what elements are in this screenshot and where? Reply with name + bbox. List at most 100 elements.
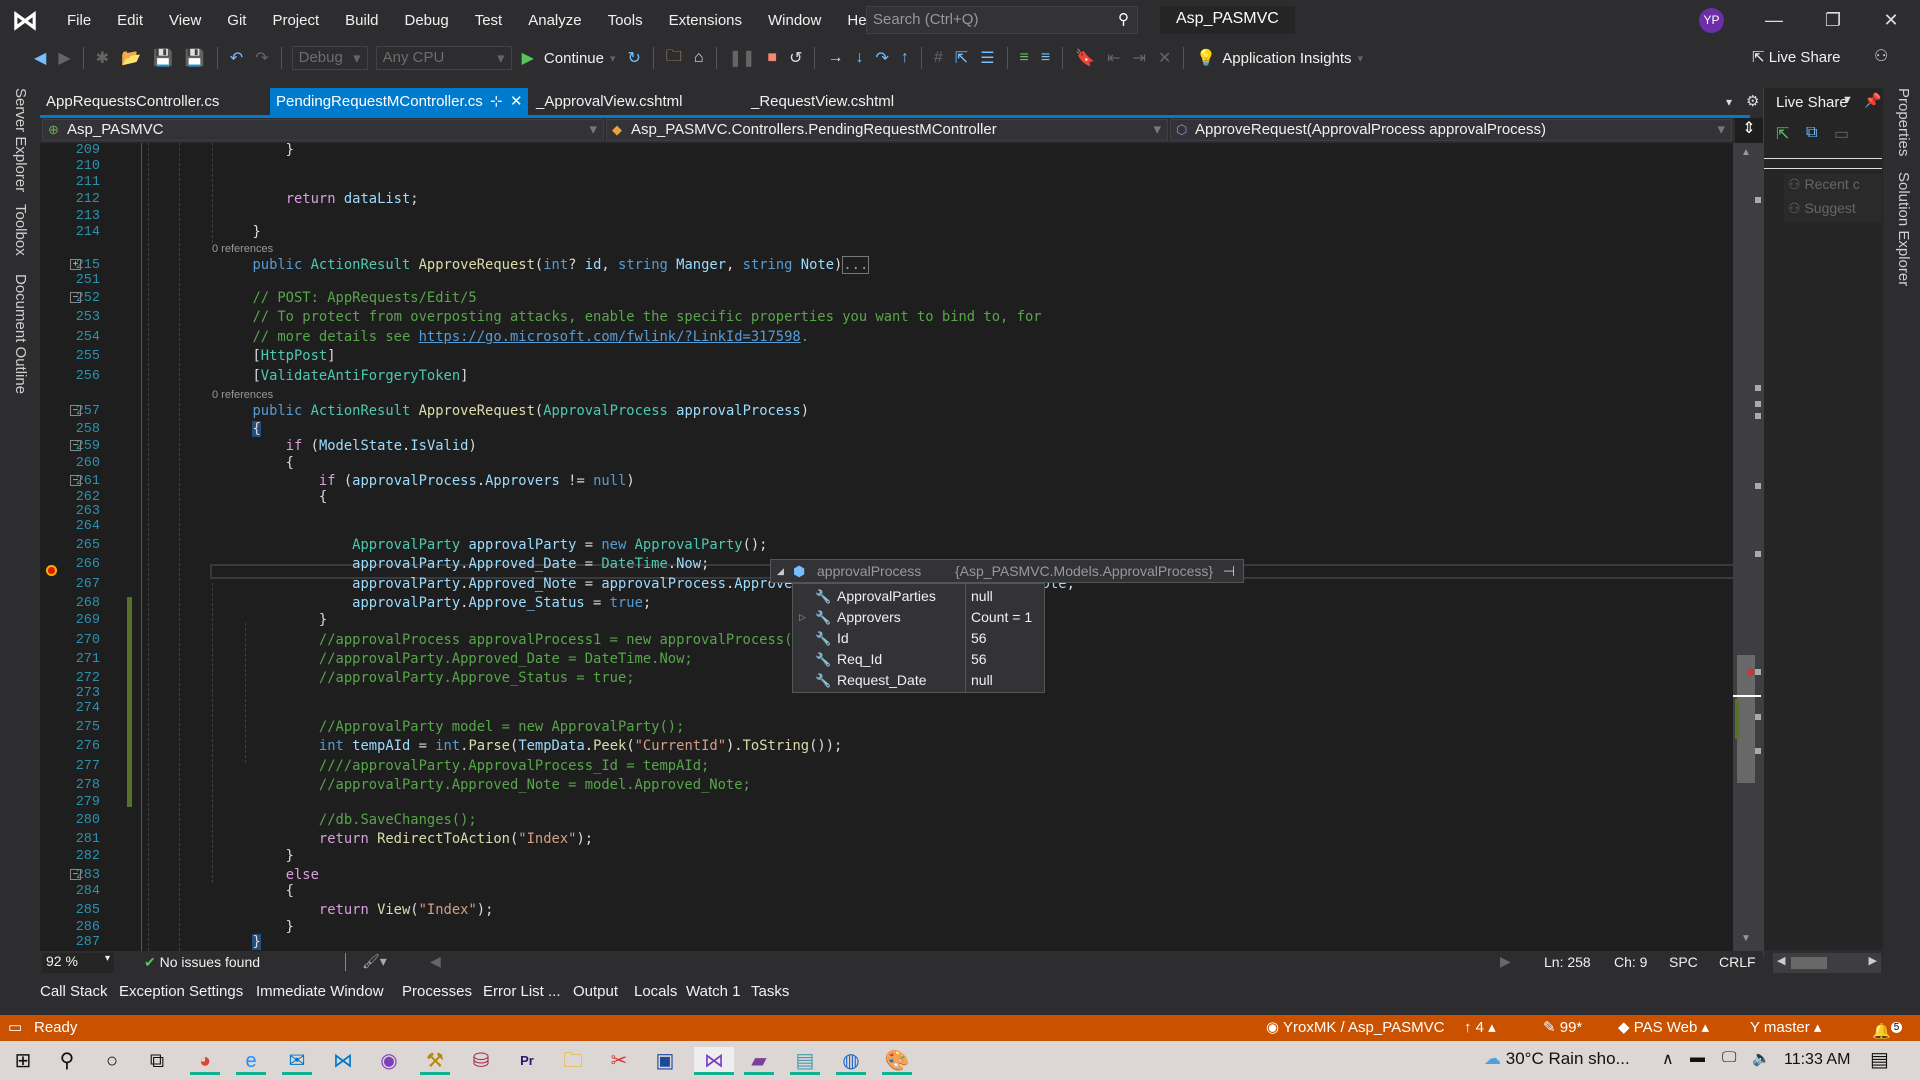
outlook-icon[interactable]: ✉: [282, 1047, 312, 1075]
issues-indicator[interactable]: ✔ No issues found: [144, 954, 260, 971]
clear-bookmarks-icon[interactable]: ✕: [1158, 48, 1171, 68]
datatip-property-value[interactable]: Count = 1: [971, 607, 1032, 628]
hex-display-icon[interactable]: #: [934, 49, 943, 67]
action-center-icon[interactable]: ▤: [1870, 1047, 1889, 1072]
project-dropdown[interactable]: ⊕ Asp_PASMVC: [42, 119, 604, 141]
menu-project[interactable]: Project: [259, 12, 332, 29]
code-line[interactable]: if (ModelState.IsValid): [186, 438, 477, 454]
code-line[interactable]: return View("Index");: [186, 902, 493, 918]
paint-icon[interactable]: 🎨: [882, 1047, 912, 1075]
snipping-tool-icon[interactable]: ✂: [604, 1047, 634, 1075]
undo-icon[interactable]: ↶: [230, 48, 243, 68]
code-line[interactable]: //approvalParty.Approve_Status = true;: [186, 670, 635, 686]
windows-start-icon[interactable]: ⊞: [8, 1047, 38, 1075]
branch-button[interactable]: Y master ▴: [1750, 1015, 1821, 1041]
code-line[interactable]: {: [186, 421, 261, 437]
code-line[interactable]: {: [186, 455, 294, 471]
save-all-icon[interactable]: 💾: [185, 48, 205, 68]
menu-git[interactable]: Git: [214, 12, 259, 29]
properties-tab[interactable]: Properties: [1895, 88, 1912, 156]
join-session-icon[interactable]: ⧉: [1806, 124, 1817, 142]
breakpoint-icon[interactable]: [46, 565, 57, 576]
platform-dropdown[interactable]: Any CPU: [375, 46, 512, 70]
vertical-scrollbar[interactable]: ▲ ▼: [1733, 143, 1763, 951]
new-project-icon[interactable]: ✱: [96, 48, 109, 68]
menu-test[interactable]: Test: [462, 12, 516, 29]
uncomment-icon[interactable]: ≡: [1041, 49, 1050, 67]
tools-icon[interactable]: ⚒: [420, 1047, 450, 1075]
code-line[interactable]: // To protect from overposting attacks, …: [186, 309, 1041, 325]
server-explorer-tab[interactable]: Server Explorer: [12, 88, 29, 192]
code-line[interactable]: ////approvalParty.ApprovalProcess_Id = t…: [186, 758, 709, 774]
bottom-tab-locals[interactable]: Locals: [634, 983, 677, 1000]
fold-toggle-icon[interactable]: −: [70, 475, 81, 486]
char-indicator[interactable]: Ch: 9: [1614, 954, 1647, 970]
restart-icon[interactable]: ↺: [789, 48, 802, 68]
code-line[interactable]: else: [186, 867, 319, 883]
volume-icon[interactable]: 🔈: [1752, 1049, 1771, 1067]
weather-widget[interactable]: ☁ 30°C Rain sho...: [1484, 1049, 1630, 1069]
code-line[interactable]: // POST: AppRequests/Edit/5: [186, 290, 476, 306]
browser-link-icon[interactable]: ⌂: [694, 49, 704, 67]
code-line[interactable]: }: [186, 934, 261, 950]
scroll-down-icon[interactable]: ▼: [1741, 933, 1751, 944]
restore-icon[interactable]: ❐: [1813, 6, 1853, 34]
code-line[interactable]: [HttpPost]: [186, 348, 335, 364]
next-bookmark-icon[interactable]: ⇥: [1133, 48, 1146, 68]
chrome-icon[interactable]: ◕: [190, 1047, 220, 1075]
database-icon[interactable]: ⛁: [466, 1047, 496, 1075]
code-line[interactable]: ApprovalParty approvalParty = new Approv…: [186, 537, 767, 553]
code-line[interactable]: //db.SaveChanges();: [186, 812, 477, 828]
continue-icon[interactable]: ▶: [522, 48, 534, 68]
show-next-statement-icon[interactable]: →: [827, 49, 843, 67]
codelens-references[interactable]: 0 references: [212, 389, 273, 401]
fold-toggle-icon[interactable]: −: [70, 869, 81, 880]
clock[interactable]: 11:33 AM: [1784, 1051, 1850, 1069]
code-cleanup-icon[interactable]: 🖌▾: [362, 953, 387, 970]
code-line[interactable]: int tempAId = int.Parse(TempData.Peek("C…: [186, 738, 842, 754]
network-tool-icon[interactable]: ▣: [650, 1047, 680, 1075]
select-element-icon[interactable]: ⇱: [955, 48, 968, 68]
file-explorer-icon[interactable]: 🗀: [558, 1047, 588, 1075]
redo-icon[interactable]: ↷: [255, 48, 268, 68]
bookmark-icon[interactable]: 🔖: [1075, 48, 1095, 68]
save-icon[interactable]: 💾: [153, 48, 173, 68]
firefox-icon[interactable]: ◍: [836, 1047, 866, 1075]
code-line[interactable]: }: [186, 848, 294, 864]
battery-icon[interactable]: ▬: [1690, 1049, 1705, 1066]
menu-analyze[interactable]: Analyze: [515, 12, 594, 29]
datatip-row[interactable]: 🔧 Id 56: [793, 628, 1044, 649]
code-line[interactable]: approvalParty.Approve_Status = true;: [186, 595, 651, 611]
step-out-icon[interactable]: ↑: [901, 49, 909, 67]
split-editor-icon[interactable]: ⇕: [1735, 118, 1763, 143]
visual-studio-taskbar-icon[interactable]: ⋈: [694, 1047, 734, 1075]
code-line[interactable]: return RedirectToAction("Index");: [186, 831, 593, 847]
bottom-tab-call-stack[interactable]: Call Stack: [40, 983, 108, 1000]
code-line[interactable]: [ValidateAntiForgeryToken]: [186, 368, 468, 384]
github-desktop-icon[interactable]: ◉: [374, 1047, 404, 1075]
hscroll-left-icon[interactable]: ◀: [430, 953, 441, 970]
step-into-icon[interactable]: ↓: [855, 49, 863, 67]
bottom-tab-output[interactable]: Output: [573, 983, 618, 1000]
line-ending-indicator[interactable]: CRLF: [1719, 954, 1756, 970]
bottom-tab-watch-1[interactable]: Watch 1: [686, 983, 740, 1000]
edge-legacy-icon[interactable]: e: [236, 1047, 266, 1075]
tab-apprequestscontroller[interactable]: AppRequestsController.cs: [40, 88, 270, 116]
menu-view[interactable]: View: [156, 12, 214, 29]
project-selector-button[interactable]: ◆ PAS Web ▴: [1618, 1015, 1709, 1041]
comment-icon[interactable]: ≡: [1020, 49, 1029, 67]
minimize-icon[interactable]: —: [1754, 6, 1794, 34]
panel-hscrollbar[interactable]: ◀ ▶: [1773, 953, 1881, 973]
back-icon[interactable]: ◀: [34, 48, 46, 68]
class-dropdown[interactable]: ◆ Asp_PASMVC.Controllers.PendingRequestMC…: [606, 119, 1168, 141]
code-line[interactable]: return dataList;: [186, 191, 419, 207]
open-file-icon[interactable]: 📂: [121, 48, 141, 68]
code-line[interactable]: //approvalProcess approvalProcess1 = new…: [186, 632, 809, 648]
menu-extensions[interactable]: Extensions: [656, 12, 755, 29]
code-line[interactable]: //approvalParty.Approved_Date = DateTime…: [186, 651, 693, 667]
fold-toggle-icon[interactable]: +: [70, 259, 81, 270]
code-line[interactable]: //ApprovalParty model = new ApprovalPart…: [186, 719, 684, 735]
datatip-row[interactable]: ▷ 🔧 Approvers Count = 1: [793, 607, 1044, 628]
find-folder-icon[interactable]: 🗀: [666, 45, 682, 72]
zoom-dropdown[interactable]: 92 % ▾: [42, 953, 114, 973]
